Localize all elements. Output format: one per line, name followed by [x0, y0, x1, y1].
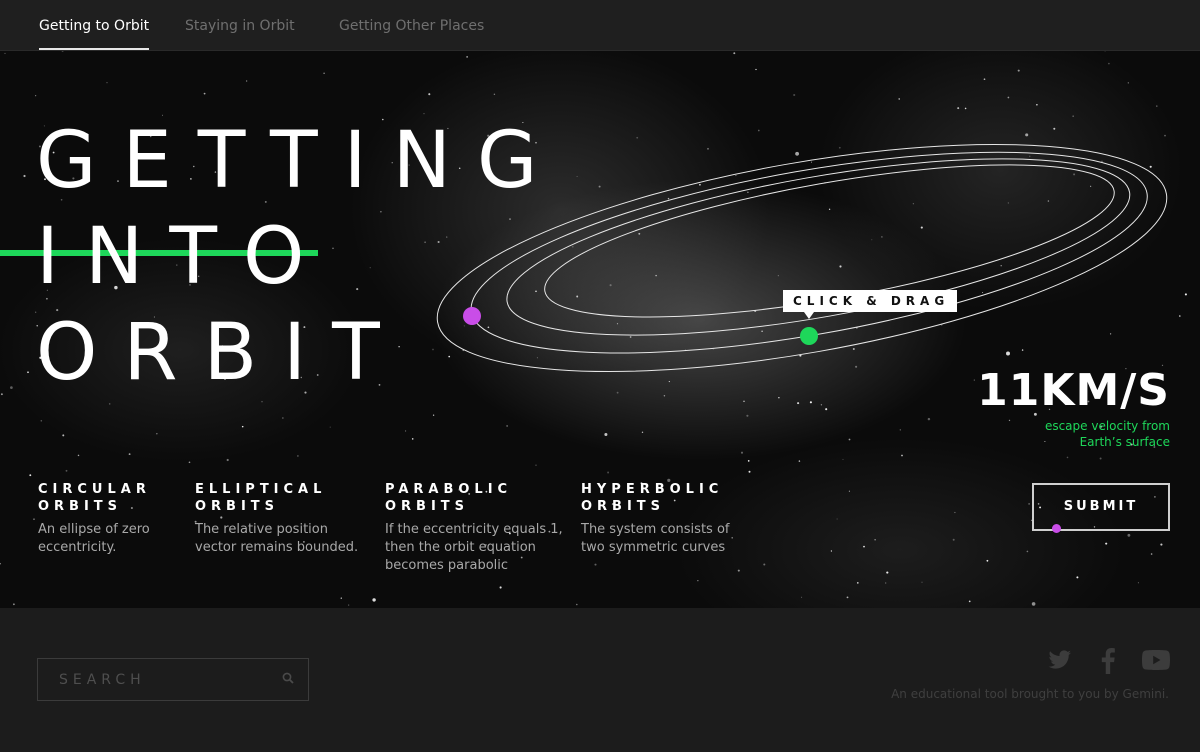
orbit-type-circular: CIRCULAR ORBITS An ellipse of zero eccen… [38, 481, 178, 557]
footer: An educational tool brought to you by Ge… [0, 608, 1200, 752]
tab-getting-to-orbit[interactable]: Getting to Orbit [39, 0, 150, 50]
facebook-icon[interactable] [1100, 648, 1116, 674]
orbit-type-title: HYPERBOLIC ORBITS [581, 482, 724, 514]
tab-getting-other-places[interactable]: Getting Other Places [339, 0, 484, 50]
orbit-type-title: CIRCULAR ORBITS [38, 482, 151, 514]
search-box [37, 658, 309, 701]
submit-button[interactable]: SUBMIT [1032, 483, 1170, 531]
orbit-ring-2 [470, 151, 1148, 354]
submit-indicator-dot [1052, 524, 1061, 533]
hero-section: GETTING INTO ORBIT CLICK & DRAG 11KM/S e… [0, 50, 1200, 608]
orbit-type-parabolic: PARABOLIC ORBITS If the eccentricity equ… [385, 481, 563, 575]
footer-credit: An educational tool brought to you by Ge… [891, 687, 1169, 701]
orbit-type-title: PARABOLIC ORBITS [385, 482, 513, 514]
orbit-type-description: The system consists of two symmetric cur… [581, 522, 730, 555]
orbit-type-hyperbolic: HYPERBOLIC ORBITS The system consists of… [581, 481, 741, 557]
search-icon[interactable] [282, 672, 294, 684]
velocity-caption: escape velocity from Earth’s surface [1044, 419, 1170, 449]
orbit-type-title: ELLIPTICAL ORBITS [195, 482, 327, 514]
orbit-type-description: An ellipse of zero eccentricity. [38, 522, 150, 555]
velocity-value: 11KM/S [977, 365, 1170, 416]
orbit-start-point[interactable] [463, 307, 481, 325]
orbit-type-description: The relative position vector remains bou… [195, 522, 359, 555]
orbit-ring-3 [506, 158, 1131, 336]
orbit-type-description: If the eccentricity equals 1, then the o… [385, 522, 563, 573]
click-drag-tooltip: CLICK & DRAG [783, 290, 958, 319]
twitter-icon[interactable] [1047, 648, 1073, 672]
top-nav: Getting to Orbit Staying in Orbit Gettin… [0, 0, 1200, 51]
tab-staying-in-orbit[interactable]: Staying in Orbit [185, 0, 295, 50]
orbit-type-elliptical: ELLIPTICAL ORBITS The relative position … [195, 481, 365, 557]
youtube-icon[interactable] [1142, 648, 1170, 672]
drag-handle[interactable] [800, 327, 818, 345]
velocity-readout: 11KM/S escape velocity from Earth’s surf… [977, 368, 1170, 450]
search-input[interactable] [38, 659, 268, 700]
